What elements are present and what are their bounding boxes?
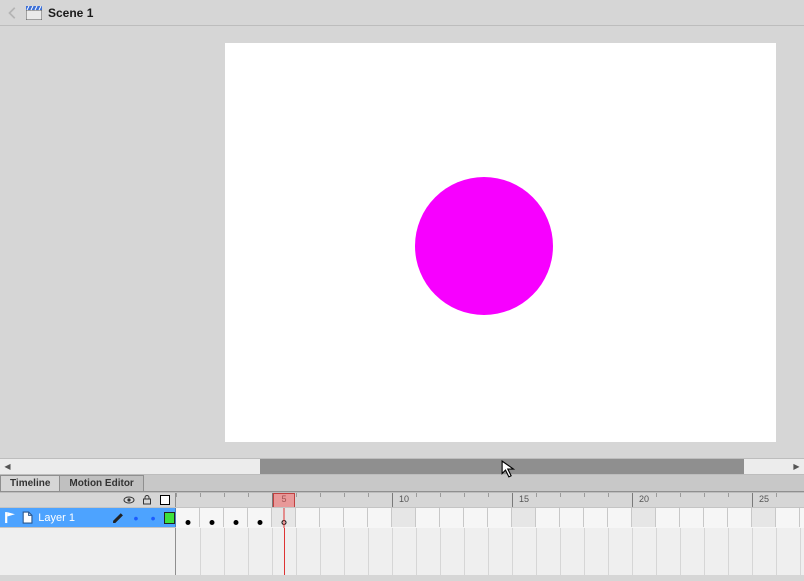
tab-timeline[interactable]: Timeline <box>0 475 60 491</box>
keyframe-dot <box>185 520 190 525</box>
scroll-left-button[interactable]: ◀ <box>0 459 15 474</box>
ruler-number: 15 <box>519 494 529 504</box>
ruler-tick <box>224 493 225 497</box>
frame-cell[interactable] <box>536 508 560 527</box>
frame-cell[interactable] <box>704 508 728 527</box>
panel-tabs: Timeline Motion Editor <box>0 475 804 492</box>
eye-icon[interactable] <box>123 494 135 506</box>
tab-motion-editor[interactable]: Motion Editor <box>59 475 143 491</box>
ruler-tick <box>728 493 729 497</box>
frame-cell[interactable] <box>776 508 800 527</box>
frame-cell[interactable] <box>656 508 680 527</box>
layer-name: Layer 1 <box>38 512 108 524</box>
page-icon <box>21 511 34 525</box>
layer-column-header <box>0 493 176 507</box>
frame-cell[interactable] <box>368 508 392 527</box>
frame-cell[interactable] <box>608 508 632 527</box>
ruler-tick <box>656 493 657 497</box>
stage-area[interactable] <box>0 26 804 458</box>
frame-cell[interactable] <box>512 508 536 527</box>
frame-cell[interactable] <box>560 508 584 527</box>
pencil-icon <box>112 511 125 525</box>
stage-hscrollbar[interactable]: ◀ ▶ <box>0 458 804 475</box>
frame-cell[interactable] <box>752 508 776 527</box>
layer-color-swatch[interactable] <box>164 512 175 524</box>
ruler-number: 20 <box>639 494 649 504</box>
keyframe-dot <box>233 520 238 525</box>
ruler-tick <box>176 493 177 497</box>
ruler-tick <box>296 493 297 497</box>
frame-cell[interactable] <box>728 508 752 527</box>
frame-strip[interactable] <box>176 508 804 528</box>
visibility-dot-icon[interactable]: • <box>129 511 142 525</box>
frame-cell[interactable] <box>200 508 224 527</box>
frame-cell[interactable] <box>176 508 200 527</box>
ruler-tick <box>440 493 441 497</box>
frame-cell[interactable] <box>440 508 464 527</box>
frame-cell[interactable] <box>632 508 656 527</box>
back-arrow-icon[interactable] <box>6 6 20 20</box>
frame-cell[interactable] <box>296 508 320 527</box>
ruler-tick <box>560 493 561 497</box>
ruler-tick <box>488 493 489 497</box>
ruler-tick <box>512 493 513 507</box>
ruler-tick <box>752 493 753 507</box>
lock-icon[interactable] <box>141 494 153 506</box>
ruler-tick <box>536 493 537 497</box>
lock-dot-icon[interactable]: • <box>147 511 160 525</box>
frame-cell[interactable] <box>392 508 416 527</box>
outline-square-icon[interactable] <box>159 494 171 506</box>
ruler-tick <box>320 493 321 497</box>
keyframe-dot <box>257 520 262 525</box>
playhead[interactable] <box>273 493 295 507</box>
ruler-tick <box>200 493 201 497</box>
timeline-empty-area <box>0 527 804 575</box>
frame-cell[interactable] <box>488 508 512 527</box>
ruler-tick <box>344 493 345 497</box>
scene-title: Scene 1 <box>48 6 93 20</box>
scroll-right-button[interactable]: ▶ <box>789 459 804 474</box>
ruler-tick <box>680 493 681 497</box>
ruler-tick <box>632 493 633 507</box>
ruler-tick <box>608 493 609 497</box>
frame-cell[interactable] <box>416 508 440 527</box>
frame-cell[interactable] <box>680 508 704 527</box>
circle-shape[interactable] <box>415 177 553 315</box>
ruler-tick <box>584 493 585 497</box>
timeline-panel: 510152025 Layer 1 • • <box>0 492 804 575</box>
frame-cell[interactable] <box>584 508 608 527</box>
scroll-thumb[interactable] <box>260 459 744 474</box>
playhead-line <box>284 508 285 528</box>
timeline-header: 510152025 <box>0 493 804 507</box>
layer-label[interactable]: Layer 1 • • <box>0 508 176 527</box>
frame-cell[interactable] <box>224 508 248 527</box>
ruler-tick <box>392 493 393 507</box>
ruler-number: 25 <box>759 494 769 504</box>
ruler-tick <box>368 493 369 497</box>
frame-cell[interactable] <box>320 508 344 527</box>
scene-clapper-icon <box>26 6 42 20</box>
ruler-tick <box>464 493 465 497</box>
ruler-tick <box>776 493 777 497</box>
layer-row[interactable]: Layer 1 • • <box>0 507 804 527</box>
ruler-tick <box>704 493 705 497</box>
frame-cell[interactable] <box>344 508 368 527</box>
flag-icon <box>4 511 17 525</box>
stage-canvas[interactable] <box>225 43 776 442</box>
frame-cell[interactable] <box>464 508 488 527</box>
ruler-tick <box>248 493 249 497</box>
frame-ruler[interactable]: 510152025 <box>176 493 804 507</box>
scroll-track[interactable] <box>15 459 789 474</box>
scene-bar: Scene 1 <box>0 0 804 26</box>
ruler-tick <box>416 493 417 497</box>
frame-cell[interactable] <box>248 508 272 527</box>
keyframe-dot <box>209 520 214 525</box>
ruler-number: 10 <box>399 494 409 504</box>
